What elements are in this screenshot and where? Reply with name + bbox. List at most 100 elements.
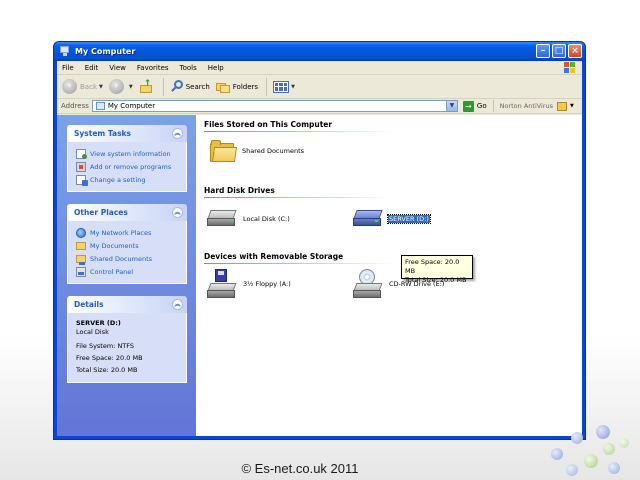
collapse-icon[interactable]: ︽ (172, 207, 183, 218)
address-input[interactable]: My Computer ▼ (91, 100, 458, 112)
decorative-bubble (603, 443, 615, 455)
item-label: Local Disk (C:) (243, 215, 290, 223)
add-remove-programs-icon (76, 161, 86, 172)
collapse-icon[interactable]: ︽ (172, 128, 183, 139)
toolbar-separator (492, 100, 494, 112)
back-arrow-icon: ‹ (62, 79, 77, 94)
server-drive-icon (353, 210, 383, 228)
item-local-disk-c[interactable]: Local Disk (C:) (207, 210, 291, 228)
other-places-list: My Network Places My Documents Shared Do… (67, 221, 187, 284)
collapse-icon[interactable]: ︽ (172, 299, 183, 310)
decorative-bubble (608, 462, 620, 474)
go-button[interactable]: → Go (462, 100, 487, 112)
cd-drive-icon (353, 269, 383, 299)
chevron-down-icon[interactable]: ▼ (129, 84, 133, 90)
forward-arrow-icon: › (108, 79, 124, 94)
details-panel: Details ︽ SERVER (D:) Local Disk File Sy… (67, 296, 187, 383)
norton-icon[interactable] (557, 101, 568, 111)
system-tasks-panel: System Tasks ︽ View system information A… (67, 125, 187, 192)
standard-toolbar: ‹ Back ▼ › ▼ ↑ Search Folders ▼ (57, 75, 582, 99)
panel-title: System Tasks (74, 129, 131, 138)
search-icon (170, 79, 184, 94)
task-pane: System Tasks ︽ View system information A… (57, 115, 196, 436)
decorative-bubble (551, 448, 563, 460)
window-controls: – □ × (536, 44, 582, 58)
menu-tools[interactable]: Tools (175, 64, 203, 72)
task-add-remove-programs[interactable]: Add or remove programs (76, 160, 182, 173)
explorer-window: My Computer – □ × File Edit View Favorit… (53, 41, 586, 440)
menu-favorites[interactable]: Favorites (132, 64, 175, 72)
menu-view[interactable]: View (104, 64, 132, 72)
other-places-panel: Other Places ︽ My Network Places My Docu… (67, 204, 187, 284)
chevron-down-icon[interactable]: ▼ (99, 84, 103, 90)
toolbar-separator (162, 77, 164, 96)
content-area: System Tasks ︽ View system information A… (57, 115, 582, 436)
chevron-down-icon[interactable]: ▼ (570, 103, 574, 109)
hard-drive-icon (207, 210, 237, 228)
details-drive-name: SERVER (D:) (76, 319, 121, 327)
place-my-network-places[interactable]: My Network Places (76, 226, 182, 239)
menu-bar: File Edit View Favorites Tools Help (57, 61, 582, 75)
chevron-down-icon[interactable]: ▼ (445, 101, 457, 111)
decorative-bubble (619, 438, 629, 448)
forward-button[interactable]: › ▼ (108, 79, 133, 94)
group-files-stored: Files Stored on This Computer (204, 120, 394, 132)
place-shared-documents[interactable]: Shared Documents (76, 252, 182, 265)
group-hard-disk-drives: Hard Disk Drives (204, 186, 394, 198)
details-body: SERVER (D:) Local Disk File System: NTFS… (67, 313, 187, 383)
norton-antivirus-label[interactable]: Norton AntiVirus (500, 102, 553, 110)
shared-folder-icon (76, 255, 86, 265)
menu-help[interactable]: Help (203, 64, 230, 72)
address-value: My Computer (107, 102, 156, 110)
close-icon[interactable]: × (568, 44, 582, 58)
title-bar[interactable]: My Computer – □ × (54, 42, 585, 61)
folders-button[interactable]: Folders (215, 81, 258, 93)
menu-file[interactable]: File (57, 64, 80, 72)
views-button[interactable]: ▼ (273, 80, 295, 93)
windows-logo-icon (564, 62, 576, 74)
details-header[interactable]: Details ︽ (67, 296, 187, 313)
address-bar: Address My Computer ▼ → Go Norton AntiVi… (57, 99, 582, 114)
item-label: 3½ Floppy (A:) (243, 280, 291, 288)
file-list-pane: Files Stored on This Computer Shared Doc… (196, 115, 582, 436)
floppy-drive-icon (207, 269, 237, 299)
other-places-header[interactable]: Other Places ︽ (67, 204, 187, 221)
place-control-panel[interactable]: Control Panel (76, 265, 182, 278)
folders-icon (215, 81, 230, 93)
item-shared-documents[interactable]: Shared Documents (210, 140, 305, 162)
up-button[interactable]: ↑ (139, 79, 155, 94)
window-title: My Computer (75, 47, 136, 56)
tooltip-total-size: Total Size: 20.0 MB (405, 276, 467, 284)
decorative-bubble (571, 432, 583, 444)
my-computer-icon (95, 102, 105, 110)
place-my-documents[interactable]: My Documents (76, 239, 182, 252)
menu-edit[interactable]: Edit (80, 64, 105, 72)
item-floppy-a[interactable]: 3½ Floppy (A:) (207, 269, 292, 299)
my-computer-icon (60, 46, 70, 57)
system-tasks-header[interactable]: System Tasks ︽ (67, 125, 187, 142)
change-setting-icon (76, 174, 88, 186)
details-free-space: Free Space: 20.0 MB (76, 354, 143, 362)
item-server-d[interactable]: SERVER (D:) (353, 210, 431, 228)
network-places-icon (76, 227, 86, 238)
copyright-footer: © Es-net.co.uk 2011 (241, 461, 359, 476)
back-button[interactable]: ‹ Back ▼ (62, 79, 103, 94)
panel-title: Other Places (74, 208, 128, 217)
folder-icon (210, 140, 238, 162)
place-label: Shared Documents (90, 254, 153, 263)
toolbar-separator (266, 77, 268, 96)
place-label: My Network Places (90, 228, 152, 237)
folder-icon (76, 242, 86, 250)
system-info-icon (76, 148, 87, 159)
item-label-selected: SERVER (D:) (387, 214, 431, 224)
task-view-system-information[interactable]: View system information (76, 147, 182, 160)
details-total-size: Total Size: 20.0 MB (76, 366, 138, 374)
maximize-icon[interactable]: □ (552, 44, 566, 58)
chevron-down-icon[interactable]: ▼ (291, 84, 295, 90)
control-panel-icon (76, 266, 86, 277)
search-button[interactable]: Search (170, 79, 210, 94)
address-label: Address (61, 102, 89, 110)
minimize-icon[interactable]: – (536, 44, 550, 58)
task-change-setting[interactable]: Change a setting (76, 173, 182, 186)
drive-tooltip: Free Space: 20.0 MB Total Size: 20.0 MB (401, 255, 473, 284)
